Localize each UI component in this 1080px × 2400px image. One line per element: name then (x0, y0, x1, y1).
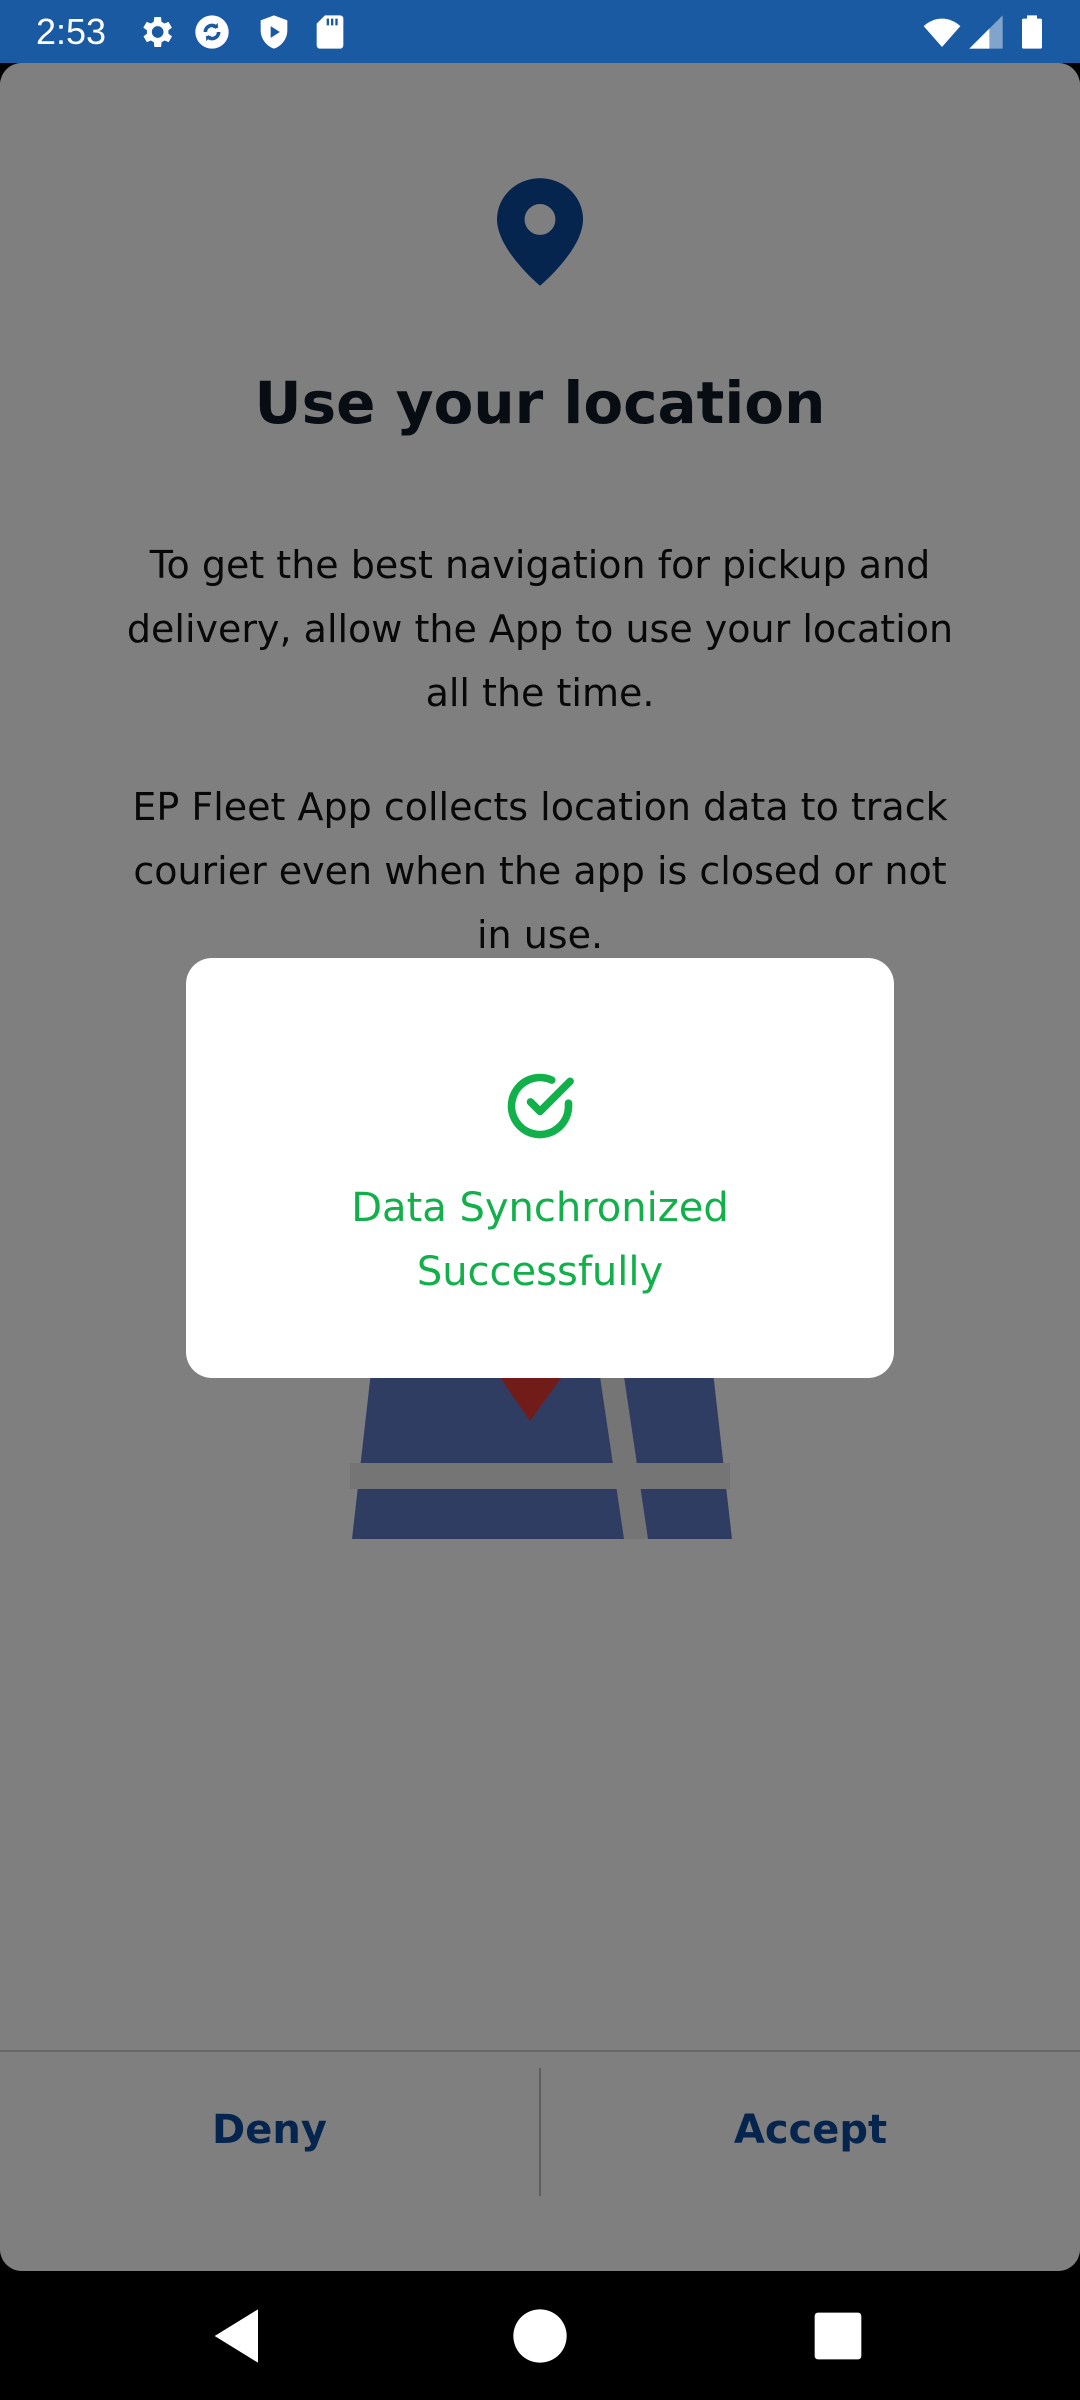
back-icon[interactable] (198, 2296, 278, 2376)
home-icon[interactable] (500, 2296, 580, 2376)
wifi-icon (922, 12, 962, 52)
check-circle-icon (502, 1068, 578, 1144)
signal-icon (966, 12, 1006, 52)
sync-icon (192, 12, 232, 52)
sync-success-message: Data Synchronized Successfully (351, 1185, 729, 1295)
status-time: 2:53 (36, 11, 107, 52)
shield-play-icon (254, 12, 294, 52)
sd-card-icon (310, 12, 350, 52)
sync-success-dialog: Data Synchronized Successfully (186, 958, 894, 1378)
navigation-bar (0, 2272, 1080, 2400)
status-bar: 2:53 (0, 0, 1080, 63)
battery-icon (1012, 12, 1052, 52)
settings-icon (136, 12, 176, 52)
recents-icon[interactable] (798, 2296, 878, 2376)
